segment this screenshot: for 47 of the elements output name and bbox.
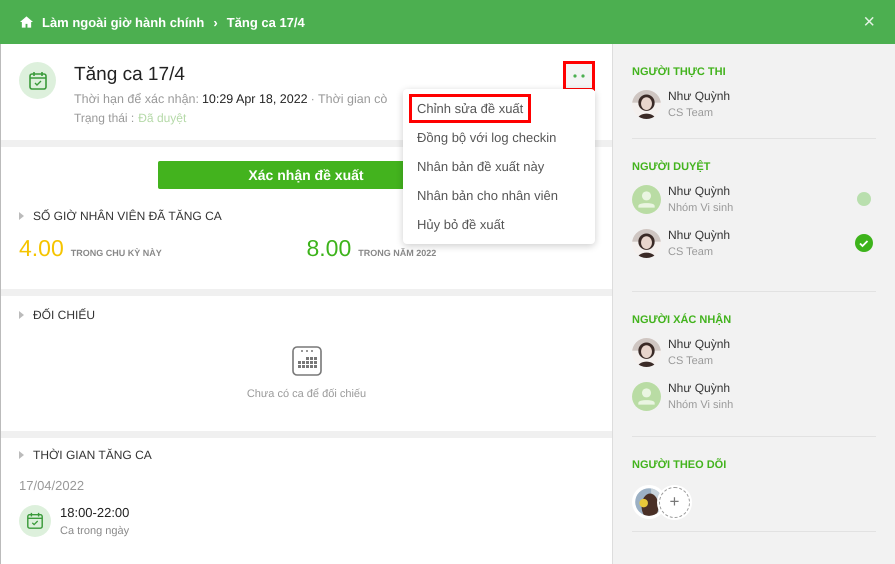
shift-date: 17/04/2022	[19, 478, 86, 493]
stat-value: 4.00	[19, 235, 64, 262]
empty-message: Chưa có ca để đối chiếu	[246, 388, 366, 400]
status-label: Trạng thái :	[74, 111, 134, 125]
section-title: ĐỐI CHIẾU	[33, 308, 96, 322]
person-name: Như Quỳnh	[668, 184, 732, 198]
request-title: Tăng ca 17/4	[74, 64, 186, 86]
menu-item[interactable]: Hủy bỏ đề xuất	[409, 210, 589, 239]
remaining-label: · Thời gian cò	[310, 92, 388, 106]
deadline-value: 10:29 Apr 18, 2022	[202, 92, 308, 106]
person-name: Như Quỳnh	[668, 89, 732, 103]
stat-label: TRONG CHU KỲ NÀY	[70, 248, 162, 258]
group-title: NGƯỜI THỰC THI	[632, 66, 727, 78]
shift-label: Ca trong ngày	[60, 525, 130, 537]
group-title: NGƯỜI XÁC NHẬN	[632, 314, 732, 326]
person-name: Như Quỳnh	[668, 337, 732, 351]
caret-icon[interactable]	[19, 451, 24, 459]
menu-item[interactable]: Chỉnh sửa đề xuất	[409, 94, 532, 123]
group-title: NGƯỜI DUYỆT	[632, 161, 712, 173]
person-team: CS Team	[668, 246, 714, 258]
breadcrumb-separator: ›	[213, 14, 218, 30]
person-team: CS Team	[668, 107, 714, 119]
more-icon	[573, 74, 585, 78]
group-title: NGƯỜI THEO DÕI	[632, 459, 728, 471]
status-value: Đã duyệt	[138, 111, 186, 125]
caret-icon[interactable]	[19, 311, 24, 319]
stat-label: TRONG NĂM 2022	[358, 248, 436, 258]
menu-item[interactable]: Đồng bộ với log checkin	[409, 123, 589, 152]
avatar-placeholder-icon	[632, 184, 661, 214]
person-team: Nhóm Vi sinh	[668, 202, 734, 214]
avatar-placeholder-icon	[632, 382, 661, 410]
stat-value: 8.00	[306, 235, 352, 262]
add-follower-button[interactable]: +	[659, 486, 690, 518]
caret-icon[interactable]	[19, 212, 24, 220]
person-name: Như Quỳnh	[668, 381, 732, 395]
person-name: Như Quỳnh	[668, 228, 732, 242]
deadline-label: Thời hạn để xác nhận:	[74, 92, 199, 106]
more-button[interactable]	[563, 61, 595, 91]
person-team: CS Team	[668, 355, 714, 367]
section-title: SỐ GIỜ NHÂN VIÊN ĐÃ TĂNG CA	[33, 209, 222, 223]
person-team: Nhóm Vi sinh	[668, 399, 734, 411]
calendar-icon	[292, 346, 322, 376]
calendar-icon	[19, 505, 51, 537]
home-icon[interactable]	[20, 16, 33, 28]
shift-time: 18:00-22:00	[60, 505, 130, 520]
calendar-icon	[19, 62, 56, 99]
section-title: THỜI GIAN TĂNG CA	[33, 448, 152, 462]
